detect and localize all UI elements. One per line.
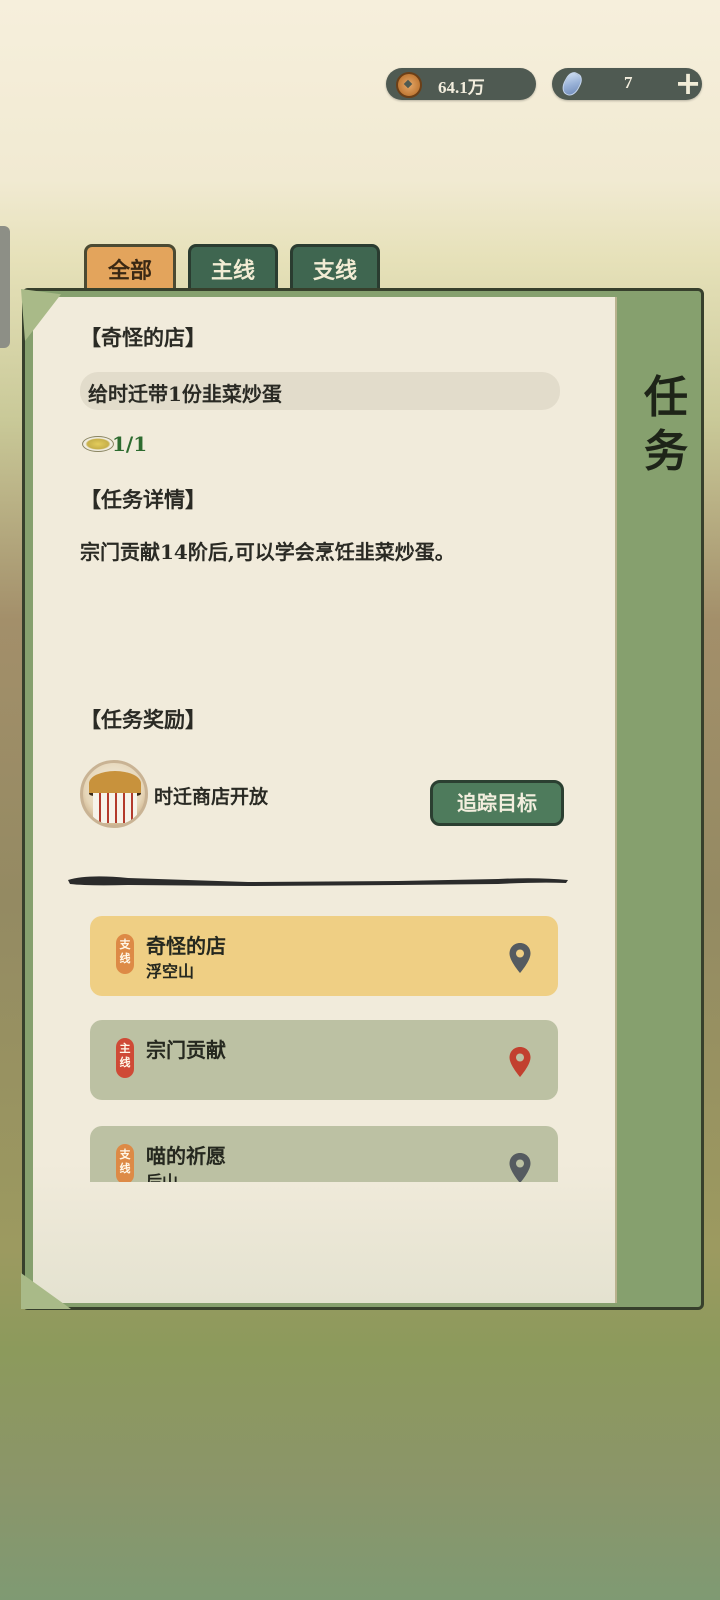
quest-item-location: 浮空山 — [146, 962, 195, 981]
reward-heading: 【任务奖励】 — [80, 707, 206, 732]
coin-balance: 64.1万 — [386, 68, 536, 100]
quest-list: 支线 奇怪的店 浮空山 主线 宗门贡献 支线 喵的祈愿 后山 — [90, 916, 560, 1182]
quest-name: 【奇怪的店】 — [80, 325, 206, 350]
avatar-body-icon — [93, 793, 137, 823]
reward-label: 时迁商店开放 — [154, 786, 269, 808]
track-target-button[interactable]: 追踪目标 — [430, 780, 564, 826]
quest-type-badge: 支线 — [116, 1144, 134, 1182]
add-gems-button[interactable]: + — [670, 67, 706, 100]
quest-item-title: 宗门贡献 — [146, 1038, 226, 1062]
map-pin-icon[interactable] — [508, 942, 532, 974]
paper-fade — [33, 1163, 615, 1303]
quest-list-item[interactable]: 主线 宗门贡献 — [90, 1020, 558, 1100]
objective-text: 给时迁带1份韭菜炒蛋 — [88, 382, 282, 406]
quest-objective: 给时迁带1份韭菜炒蛋 — [80, 372, 560, 410]
side-drawer-handle[interactable] — [0, 226, 10, 348]
quest-list-item[interactable]: 支线 奇怪的店 浮空山 — [90, 916, 558, 996]
gem-value: 7 — [624, 73, 633, 92]
detail-heading: 【任务详情】 — [80, 487, 206, 512]
dish-icon — [82, 436, 114, 452]
progress-count: 1/1 — [112, 432, 148, 456]
quest-type-badge: 主线 — [116, 1038, 134, 1078]
quest-item-location: 后山 — [146, 1172, 179, 1182]
coin-icon — [396, 72, 422, 98]
gem-icon — [559, 69, 585, 99]
reward-avatar — [80, 760, 148, 828]
map-pin-icon[interactable] — [508, 1046, 532, 1078]
quest-list-item[interactable]: 支线 喵的祈愿 后山 — [90, 1126, 558, 1182]
quest-detail-text: 宗门贡献14阶后,可以学会烹饪韭菜炒蛋。 — [80, 540, 455, 564]
panel-title: 任务 — [644, 372, 690, 477]
coin-value: 64.1万 — [438, 78, 485, 97]
gem-balance: 7 + — [552, 67, 702, 100]
quest-item-title: 奇怪的店 — [146, 934, 226, 958]
ink-divider — [68, 876, 568, 886]
quest-type-badge: 支线 — [116, 934, 134, 974]
map-pin-icon[interactable] — [508, 1152, 532, 1182]
quest-item-title: 喵的祈愿 — [146, 1144, 226, 1168]
